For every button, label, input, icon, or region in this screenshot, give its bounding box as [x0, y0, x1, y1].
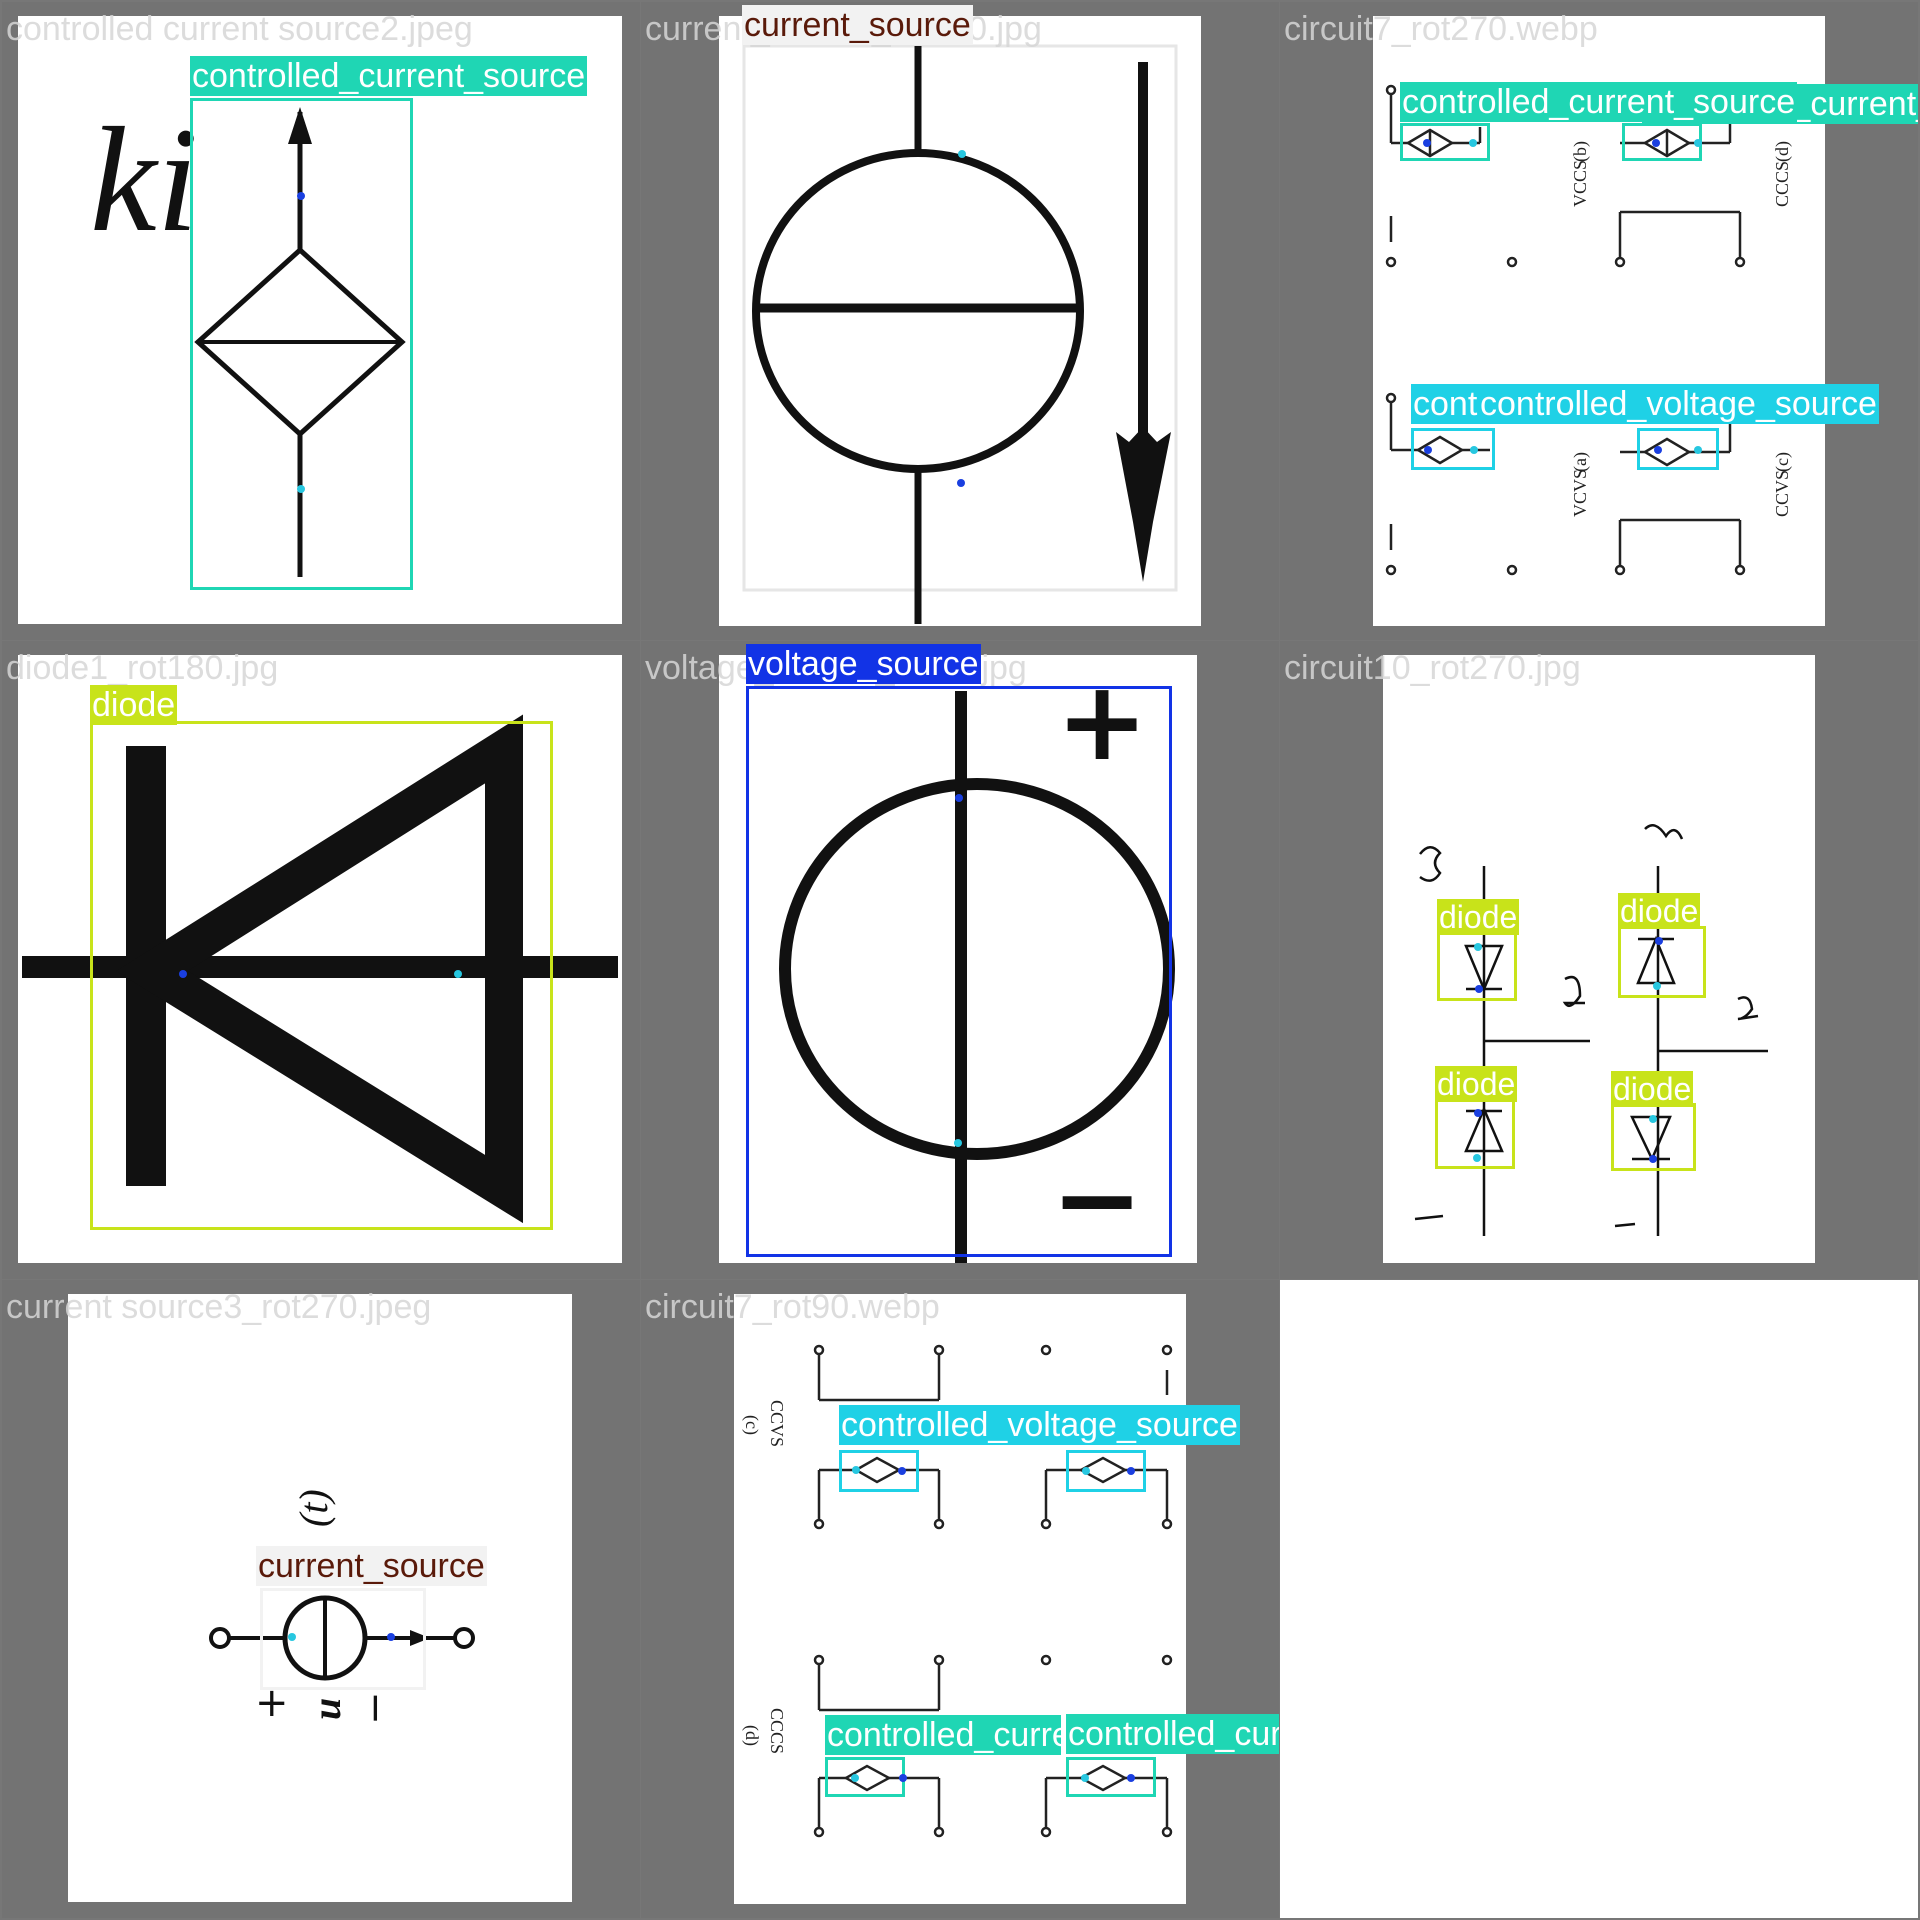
bbox-current-source: [260, 1588, 426, 1690]
bbox-voltage-source: [746, 686, 1172, 1257]
d-text: (d): [1772, 141, 1793, 162]
label-diode: diode: [1618, 893, 1701, 929]
tile-current-source-rot180: current_source_rot180.jpg current_source: [641, 2, 1279, 640]
bbox-controlled-voltage-source: [1637, 428, 1719, 470]
keypoint-dot: [1694, 139, 1702, 147]
c-text: (c): [741, 1415, 762, 1435]
label-voltage-source: voltage_source: [746, 644, 981, 684]
keypoint-dot: [899, 1774, 907, 1782]
keypoint-dot: [1649, 1155, 1657, 1163]
keypoint-dot: [954, 1139, 962, 1147]
tile-diode1-rot180: diode1_rot180.jpg diode: [2, 641, 640, 1279]
tile-controlled-current-source2: ki controlled current source2.jpeg contr…: [2, 2, 640, 640]
keypoint-dot: [1694, 446, 1702, 454]
tile-circuit7-rot90: CCVS (c) CCCS (d) circuit7_rot90.webp co…: [641, 1280, 1279, 1918]
vcvs-text: VCVS: [1570, 469, 1590, 517]
d-text: (d): [741, 1725, 762, 1746]
ccvs-text: CCVS: [767, 1400, 787, 1447]
keypoint-dot: [957, 479, 965, 487]
keypoint-dot: [1649, 1115, 1657, 1123]
label-diode: diode: [1435, 1066, 1518, 1102]
mosaic-grid: ki controlled current source2.jpeg contr…: [0, 0, 1920, 1920]
bbox-controlled-current-source: [190, 98, 413, 590]
keypoint-dot: [1424, 446, 1432, 454]
vccs-text: VCCS: [1570, 160, 1590, 207]
keypoint-dot: [958, 150, 966, 158]
keypoint-dot: [1474, 943, 1482, 951]
keypoint-dot: [1473, 1154, 1481, 1162]
keypoint-dot: [1081, 1774, 1089, 1782]
keypoint-dot: [387, 1633, 395, 1641]
keypoint-dot: [852, 1466, 860, 1474]
bbox-controlled-current-source: [825, 1757, 905, 1797]
label-controlled-voltage-source: controlled_voltage_source: [839, 1405, 1240, 1445]
label-current-source: current_source: [256, 1546, 487, 1586]
keypoint-dot: [955, 794, 963, 802]
label-controlled-current-source: controlled_current_source: [825, 1715, 1061, 1755]
keypoint-dot: [297, 192, 305, 200]
label-controlled-current-source: controlled_current_source: [190, 56, 588, 96]
ki-text: ki: [90, 97, 198, 263]
t-text: (t): [291, 1489, 336, 1527]
keypoint-dot: [1654, 446, 1662, 454]
circuit10-handdrawn: [1414, 824, 1768, 1236]
keypoint-dot: [1474, 1109, 1482, 1117]
keypoint-dot: [1475, 985, 1483, 993]
tile-circuit7-rot270: VCCS (b) CCCS (d) VCVS (a) CCVS (c) circ…: [1280, 2, 1918, 640]
keypoint-dot: [851, 1774, 859, 1782]
a-text: (a): [1570, 452, 1591, 472]
keypoint-dot: [1652, 139, 1660, 147]
keypoint-dot: [1423, 139, 1431, 147]
label-controlled-current-source: controlled_current_source: [1400, 82, 1798, 122]
bbox-diode: [90, 721, 553, 1230]
bbox-controlled-current-source: [1066, 1757, 1156, 1797]
label-current-source: current_source: [742, 5, 973, 45]
c-text: (c): [1772, 452, 1793, 472]
keypoint-dot: [1082, 1467, 1090, 1475]
keypoint-dot: [1470, 446, 1478, 454]
cccs-text: CCCS: [1772, 161, 1792, 207]
tile-current-source3-rot270: (t) + u − current source3_rot270.jpeg cu…: [2, 1280, 640, 1918]
keypoint-dot: [1127, 1467, 1135, 1475]
keypoint-dot: [1469, 139, 1477, 147]
keypoint-dot: [297, 485, 305, 493]
keypoint-dot: [1655, 937, 1663, 945]
u-text: u: [304, 1698, 349, 1720]
cccs-text: CCCS: [767, 1708, 787, 1754]
keypoint-dot: [1127, 1774, 1135, 1782]
bbox-diode: [1618, 926, 1706, 998]
label-diode: diode: [1437, 899, 1520, 935]
minus-sign: −: [352, 1691, 398, 1725]
bbox-controlled-voltage-source: [839, 1450, 919, 1492]
keypoint-dot: [1653, 982, 1661, 990]
keypoint-dot: [179, 970, 187, 978]
label-controlled-current-source: controlled_current_source: [1066, 1714, 1279, 1754]
label-diode: diode: [90, 685, 178, 725]
current-source-symbol: [742, 44, 1178, 624]
ccvs-text: CCVS: [1772, 470, 1792, 517]
circuit7-rot90-text: CCVS (c) CCCS (d): [741, 1400, 787, 1754]
bbox-controlled-current-source: [1622, 123, 1702, 161]
keypoint-dot: [288, 1633, 296, 1641]
label-diode: diode: [1611, 1071, 1694, 1107]
label-controlled-voltage-source: controlled_voltage_source: [1478, 384, 1879, 424]
tile-voltage-source-rot90: + − voltage_source_rot90.jpg voltage_sou…: [641, 641, 1279, 1279]
tile-circuit10-rot270: circuit10_rot270.jpg diode diode diode d…: [1280, 641, 1918, 1279]
keypoint-dot: [454, 970, 462, 978]
tile-empty: [1280, 1280, 1918, 1918]
keypoint-dot: [898, 1467, 906, 1475]
b-text: (b): [1570, 141, 1591, 162]
